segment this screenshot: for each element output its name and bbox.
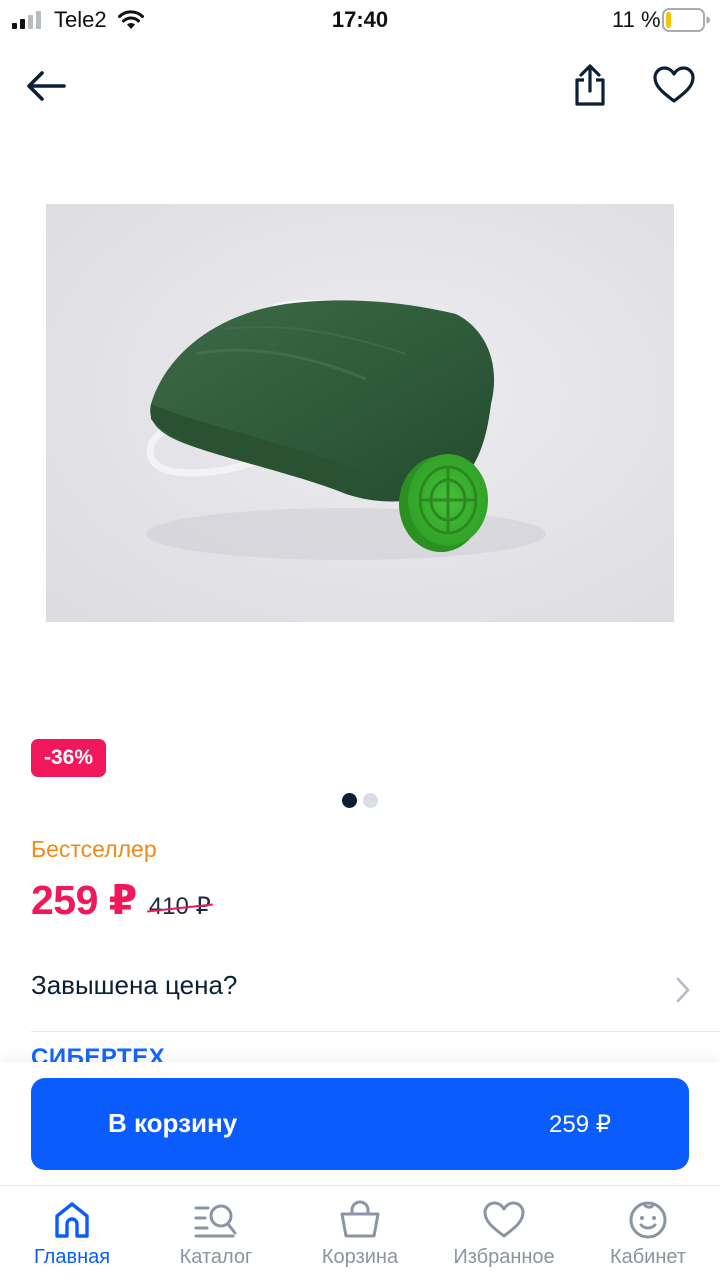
status-bar: Tele2 17:40 11 %	[0, 0, 720, 40]
bestseller-label: Бестселлер	[31, 836, 157, 862]
tab-home[interactable]: Главная	[0, 1186, 144, 1280]
current-price: 259 ₽	[31, 877, 137, 923]
bottom-panel: В корзину 259 ₽ Главная Каталог Корзина	[0, 1062, 720, 1280]
heart-icon	[653, 66, 695, 103]
chevron-right-icon	[676, 977, 690, 1003]
share-icon	[575, 64, 605, 106]
gallery-dot[interactable]	[363, 793, 378, 808]
overprice-report-label: Завышена цена?	[31, 970, 238, 1000]
old-price: 410 ₽	[148, 893, 211, 920]
battery-percent: 11 %	[612, 7, 661, 32]
price-row: 259 ₽ 410 ₽	[31, 876, 211, 924]
profile-face-icon	[629, 1201, 667, 1239]
battery-icon	[662, 8, 710, 32]
tab-cart[interactable]: Корзина	[288, 1186, 432, 1280]
home-icon	[55, 1202, 89, 1238]
tab-cart-label: Корзина	[321, 1246, 399, 1268]
discount-badge: -36%	[31, 739, 107, 777]
back-arrow-icon	[27, 71, 66, 101]
tab-bar: Главная Каталог Корзина Избранное Кабине…	[0, 1185, 720, 1280]
add-to-cart-button[interactable]: В корзину 259 ₽	[31, 1078, 689, 1170]
tab-home-label: Главная	[33, 1246, 111, 1268]
heart-outline-icon	[483, 1201, 525, 1238]
tab-profile[interactable]: Кабинет	[576, 1186, 720, 1280]
tab-catalog-label: Каталог	[179, 1246, 253, 1268]
gallery-pagination	[0, 793, 720, 808]
product-photo[interactable]	[46, 204, 674, 622]
back-button[interactable]	[20, 62, 72, 110]
add-to-cart-price: 259 ₽	[549, 1111, 611, 1138]
share-button[interactable]	[568, 60, 612, 110]
brand-link[interactable]: СИБЕРТЕХ	[31, 1044, 165, 1064]
tab-profile-label: Кабинет	[609, 1246, 687, 1268]
favorite-button[interactable]	[650, 62, 698, 108]
catalog-search-icon	[194, 1204, 237, 1238]
basket-icon	[340, 1200, 380, 1238]
add-to-cart-label: В корзину	[108, 1108, 238, 1138]
product-image-mask-illustration	[46, 204, 674, 622]
tab-catalog[interactable]: Каталог	[144, 1186, 288, 1280]
tab-favorites-label: Избранное	[453, 1246, 555, 1268]
gallery-dot-active[interactable]	[342, 793, 357, 808]
overprice-report-row[interactable]: Завышена цена?	[31, 948, 720, 1032]
tab-favorites[interactable]: Избранное	[432, 1186, 576, 1280]
